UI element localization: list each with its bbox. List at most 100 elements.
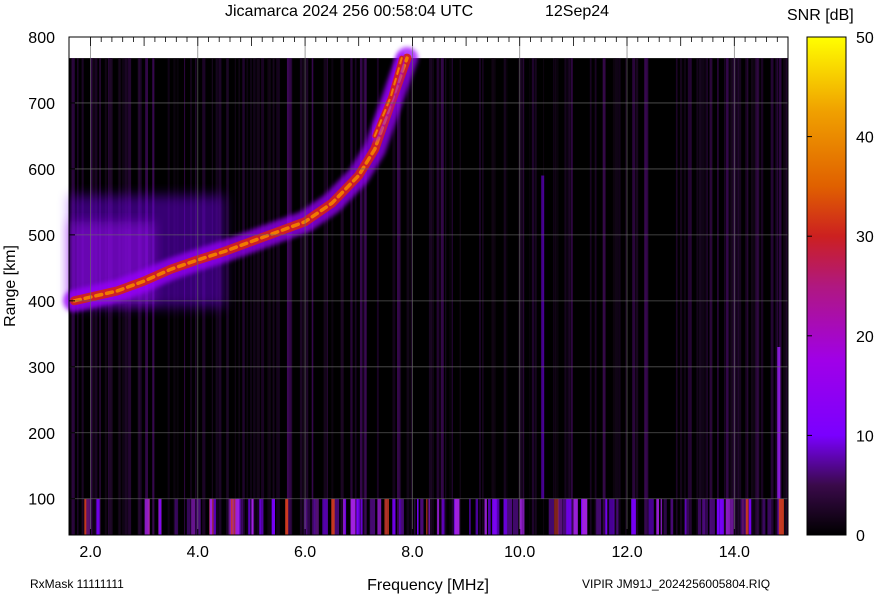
interference-column <box>159 498 161 535</box>
plot-area <box>63 36 789 536</box>
interference-column <box>357 498 359 535</box>
noise-column <box>594 58 597 535</box>
y-tick-label: 300 <box>28 360 55 377</box>
noise-column <box>683 58 686 535</box>
noise-column <box>430 58 434 535</box>
noise-column <box>711 58 713 535</box>
noise-column <box>553 58 555 535</box>
interference-column <box>235 498 240 535</box>
noise-column <box>299 58 303 535</box>
interference-column <box>573 498 578 535</box>
interference-column <box>730 498 734 535</box>
interference-column <box>401 498 404 535</box>
colorbar-tick-label: 20 <box>856 329 874 346</box>
interference-column <box>609 498 615 535</box>
interference-column <box>144 498 150 535</box>
interference-column <box>392 498 396 535</box>
colorbar-tick-label: 10 <box>856 428 874 445</box>
noise-column <box>406 58 410 535</box>
noise-column <box>770 58 774 535</box>
noise-column <box>256 58 260 535</box>
interference-column <box>566 498 572 535</box>
interference-column <box>441 498 445 535</box>
x-tick-label: 10.0 <box>504 544 535 561</box>
noise-column <box>717 58 719 535</box>
colorbar-gradient <box>806 36 847 536</box>
interference-column <box>762 498 766 535</box>
noise-column <box>359 58 363 535</box>
noise-column <box>675 58 678 535</box>
colorbar: 0 10 20 30 40 50 SNR [dB] <box>787 7 874 545</box>
noise-column <box>451 58 453 535</box>
noise-column <box>242 58 245 535</box>
interference-column <box>484 498 487 535</box>
interference-column <box>488 498 491 535</box>
noise-column <box>505 58 508 535</box>
noise-column <box>736 58 739 535</box>
interference-column <box>725 498 730 535</box>
noise-column <box>449 58 452 535</box>
noise-column <box>756 58 758 535</box>
noise-column <box>234 58 236 535</box>
interference-column <box>663 498 667 535</box>
y-axis-label: Range [km] <box>2 245 19 327</box>
interference-column <box>749 498 752 535</box>
noise-column <box>783 58 787 535</box>
interference-column <box>469 498 471 535</box>
noise-line-10mhz <box>541 175 545 499</box>
noise-column <box>567 58 570 535</box>
noise-column <box>564 58 567 535</box>
interference-column <box>507 498 513 535</box>
interference-column <box>767 498 772 535</box>
interference-column <box>420 498 424 535</box>
noise-column <box>459 58 461 535</box>
noise-column <box>520 58 523 535</box>
noise-column <box>441 58 444 535</box>
noise-column <box>482 58 484 535</box>
noise-column <box>724 58 726 535</box>
interference-column <box>670 498 674 535</box>
interference-column <box>384 498 389 535</box>
noise-column <box>493 58 496 535</box>
footer-rxmask: RxMask 11111111 <box>30 577 124 591</box>
noise-column <box>445 58 447 535</box>
interference-column <box>228 498 231 535</box>
noise-line-15mhz <box>777 347 781 499</box>
noise-column <box>311 58 314 535</box>
noise-column <box>619 58 621 535</box>
interference-column <box>454 498 460 535</box>
x-tick-label: 4.0 <box>187 544 209 561</box>
y-tick-label: 400 <box>28 294 55 311</box>
interference-column <box>684 498 687 535</box>
y-tick-label: 100 <box>28 492 55 509</box>
colorbar-tick-label: 50 <box>856 30 874 47</box>
interference-column <box>631 498 636 535</box>
y-tick-label: 800 <box>28 30 55 47</box>
interference-column <box>428 498 430 535</box>
x-tick-label: 6.0 <box>294 544 316 561</box>
interference-column <box>186 498 191 535</box>
interference-column <box>437 498 440 535</box>
interference-column <box>417 498 419 535</box>
x-tick-label: 14.0 <box>719 544 750 561</box>
noise-column <box>226 58 229 535</box>
noise-column <box>612 58 617 535</box>
noise-column <box>603 58 606 535</box>
interference-column <box>96 498 100 535</box>
noise-column <box>687 58 691 535</box>
noise-column <box>479 58 481 535</box>
noise-column <box>250 58 252 535</box>
chart-title: Jicamarca 2024 256 00:58:04 UTC <box>225 3 473 20</box>
y-tick-label: 200 <box>28 426 55 443</box>
noise-column <box>644 58 647 535</box>
noise-column <box>410 58 413 535</box>
noise-column <box>400 58 402 535</box>
y-axis: 100 200 300 400 500 600 700 800 <box>28 30 75 509</box>
noise-column <box>331 58 334 535</box>
interference-column <box>331 498 335 535</box>
interference-column <box>312 498 316 535</box>
noise-column <box>696 58 698 535</box>
interference-column <box>213 498 216 535</box>
colorbar-tick-label: 0 <box>856 528 865 545</box>
noise-column <box>745 58 749 535</box>
